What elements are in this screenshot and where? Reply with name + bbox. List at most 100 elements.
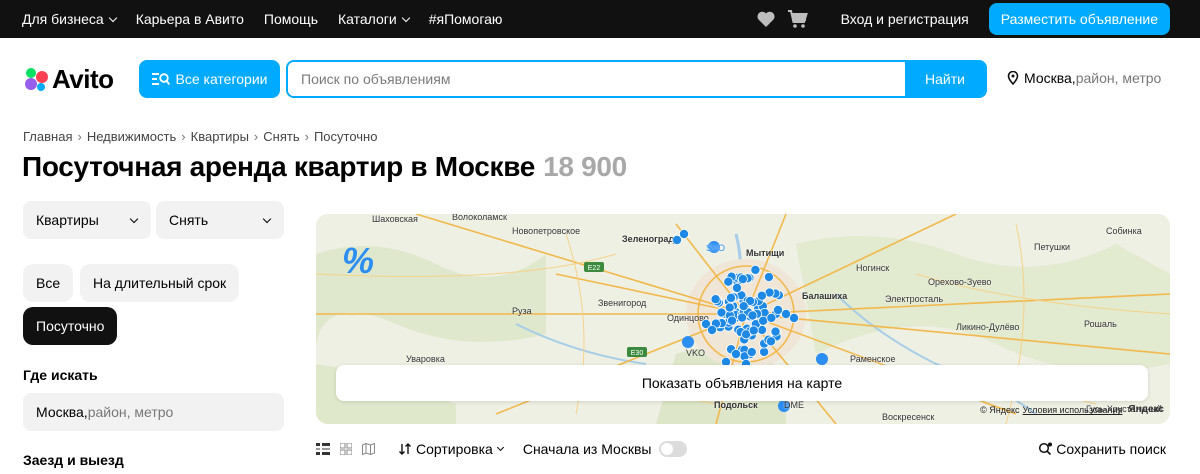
logo-text: Avito [52, 64, 114, 94]
breadcrumb-separator: › [253, 129, 259, 144]
dates-label: Заезд и выезд [23, 452, 124, 468]
top-nav-ihelp[interactable]: #яПомогаю [429, 11, 503, 27]
search-bar: Найти [286, 60, 987, 98]
breadcrumb-item-rent[interactable]: Снять [263, 129, 299, 144]
chevron-down-icon [129, 214, 139, 223]
sort-dropdown[interactable]: Сортировка [399, 441, 504, 457]
top-nav-career[interactable]: Карьера в Авито [136, 11, 244, 27]
all-categories-button[interactable]: Все категории [139, 60, 280, 98]
top-nav-career-label: Карьера в Авито [135, 11, 244, 27]
listing-pin [772, 305, 783, 316]
top-nav-help-label: Помощь [263, 11, 318, 27]
property-type-select[interactable]: Квартиры [23, 201, 151, 239]
from-moscow-toggle[interactable] [659, 441, 688, 457]
listing-pin [756, 290, 767, 301]
listing-pin [725, 292, 736, 303]
location-pin-icon [1007, 71, 1019, 85]
map-view-icon[interactable] [362, 443, 375, 455]
results-toolbar: Сортировка Сначала из Москвы Сохранить п… [316, 438, 1170, 460]
yandex-logo: Яндекс [1128, 404, 1164, 415]
map-copyright: © Яндекс Условия использования Яндекс [980, 404, 1164, 415]
top-nav-ihelp-label: #яПомогаю [428, 11, 503, 27]
term-option-daily[interactable]: Посуточно [23, 307, 118, 345]
listing-pin [710, 294, 721, 305]
breadcrumb-item-realty[interactable]: Недвижимость [87, 129, 176, 144]
page-title: Посуточная аренда квартир в Москве 18 900 [22, 151, 627, 183]
save-search-button[interactable]: Сохранить поиск [1038, 441, 1166, 457]
listing-pin [706, 325, 717, 336]
where-city: Москва, [36, 404, 88, 420]
map-preview[interactable]: E22 E30 Шаховская Волоколамск Новопетров… [316, 214, 1170, 424]
breadcrumb-separator: › [77, 129, 82, 144]
listing-pin [766, 312, 777, 323]
top-nav-business-label: Для бизнеса [22, 11, 104, 27]
property-type-value: Квартиры [36, 212, 99, 228]
breadcrumb-item-home[interactable]: Главная [23, 129, 72, 144]
heart-icon[interactable] [755, 9, 777, 29]
avito-logo[interactable]: Avito [24, 64, 114, 95]
listing-pin [737, 274, 748, 285]
location-city: Москва, [1024, 70, 1076, 86]
listing-pin [758, 315, 769, 326]
search-save-icon [1039, 442, 1053, 456]
map-copyright-text: © Яндекс [980, 404, 1020, 415]
listing-pin [671, 234, 682, 245]
top-nav-catalogs[interactable]: Каталоги [338, 11, 410, 27]
top-nav-help[interactable]: Помощь [264, 11, 318, 27]
post-ad-button[interactable]: Разместить объявление [988, 3, 1170, 35]
grid-view-icon[interactable] [340, 443, 352, 455]
list-view-icon[interactable] [316, 443, 330, 455]
deal-type-select[interactable]: Снять [156, 201, 284, 239]
term-option-all[interactable]: Все [23, 264, 74, 302]
search-input[interactable] [288, 62, 905, 96]
listing-pin [746, 347, 757, 358]
breadcrumb: Главная › Недвижимость › Квартиры › Снять › … [23, 129, 377, 144]
sort-label: Сортировка [416, 441, 493, 457]
listing-pin [727, 315, 738, 326]
all-categories-label: Все категории [175, 71, 268, 87]
location-selector[interactable]: Москва, район, метро [1007, 70, 1161, 86]
menu-search-icon [151, 73, 170, 86]
chevron-down-icon [262, 214, 272, 223]
from-moscow-toggle-row: Сначала из Москвы [523, 441, 688, 457]
page-title-text: Посуточная аренда квартир в Москве [22, 151, 536, 182]
listing-pin [723, 276, 734, 287]
chevron-down-icon [108, 13, 117, 22]
breadcrumb-item-daily[interactable]: Посуточно [314, 129, 378, 144]
results-count: 18 900 [543, 151, 627, 182]
top-nav: Для бизнеса Карьера в Авито Помощь Катал… [22, 11, 522, 27]
term-option-long[interactable]: На длительный срок [80, 264, 240, 302]
login-link[interactable]: Вход и регистрация [841, 11, 969, 27]
breadcrumb-item-flats[interactable]: Квартиры [191, 129, 249, 144]
breadcrumb-separator: › [304, 129, 309, 144]
chevron-down-icon [496, 443, 504, 452]
listing-pin [730, 348, 741, 359]
where-label: Где искать [23, 367, 98, 383]
top-bar: Для бизнеса Карьера в Авито Помощь Катал… [0, 0, 1200, 38]
sort-icon [399, 443, 411, 455]
listing-pin [759, 346, 770, 357]
listing-pin [748, 325, 759, 336]
top-nav-business[interactable]: Для бизнеса [22, 11, 117, 27]
where-input[interactable]: Москва, район, метро [23, 393, 284, 431]
listing-pin [716, 307, 727, 318]
breadcrumb-separator: › [181, 129, 186, 144]
show-on-map-button[interactable]: Показать объявления на карте [336, 365, 1148, 401]
view-switcher [316, 443, 385, 455]
from-moscow-label: Сначала из Москвы [522, 441, 652, 457]
cart-icon[interactable] [787, 9, 809, 29]
top-nav-catalogs-label: Каталоги [338, 11, 397, 27]
map-terms-link[interactable]: Условия использования [1023, 405, 1123, 415]
search-button[interactable]: Найти [905, 62, 985, 96]
listing-pin [765, 336, 776, 347]
where-hint: район, метро [87, 404, 174, 420]
listing-pin [724, 302, 735, 313]
listing-pin [750, 264, 761, 275]
logo-dots-icon [24, 67, 50, 93]
location-hint: район, метро [1075, 70, 1162, 86]
listing-pin [738, 301, 749, 312]
listing-pin [737, 312, 748, 323]
chevron-down-icon [401, 13, 410, 22]
listing-pin [732, 282, 743, 293]
listing-pin [747, 310, 758, 321]
